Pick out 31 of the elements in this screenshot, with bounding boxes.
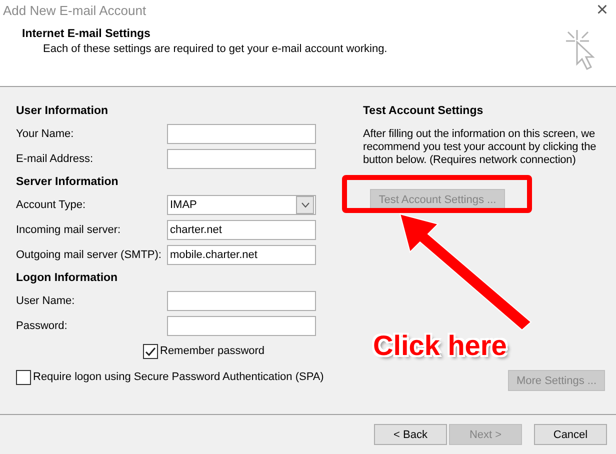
cancel-button[interactable]: Cancel	[534, 424, 607, 445]
section-heading: Test Account Settings	[363, 104, 484, 118]
checkbox[interactable]	[143, 344, 158, 358]
input-field[interactable]: mobile.charter.net	[167, 244, 316, 264]
checkbox-label: Require logon using Secure Password Authentication (SPA)	[33, 371, 324, 383]
field-label: Password:	[16, 320, 68, 332]
window-title: Add New E-mail Account	[3, 2, 146, 18]
section-heading: Server Information	[16, 174, 120, 190]
checkbox[interactable]	[16, 370, 31, 384]
field-label: Your Name:	[16, 128, 74, 140]
field-label: User Name:	[16, 294, 75, 306]
field-label: Account Type:	[16, 198, 86, 210]
back-button[interactable]: < Back	[374, 424, 447, 445]
checkbox-label: Remember password	[160, 345, 265, 357]
account-type-dropdown[interactable]: IMAP	[167, 194, 316, 214]
input-field[interactable]	[167, 148, 316, 168]
annotation-text: Click here	[373, 330, 507, 362]
header-subtitle: Each of these settings are required to get your e-mail account working.	[43, 43, 388, 55]
section-heading: Logon Information	[16, 270, 119, 286]
test-description: After filling out the information on this screen, we recommend you test your account by clicking the button below. (Requires network connection)	[363, 128, 598, 167]
header-title: Internet E-mail Settings	[22, 28, 152, 40]
field-label: Outgoing mail server (SMTP):	[16, 248, 162, 260]
input-field[interactable]: charter.net	[167, 220, 316, 240]
input-field[interactable]	[167, 290, 316, 310]
input-field[interactable]	[167, 124, 316, 144]
field-label: Incoming mail server:	[16, 224, 121, 236]
section-heading: User Information	[16, 104, 110, 118]
caret-icon[interactable]	[296, 196, 314, 214]
close-button[interactable]: ×	[596, 0, 608, 20]
field-label: E-mail Address:	[16, 152, 94, 164]
input-field[interactable]	[167, 316, 316, 336]
